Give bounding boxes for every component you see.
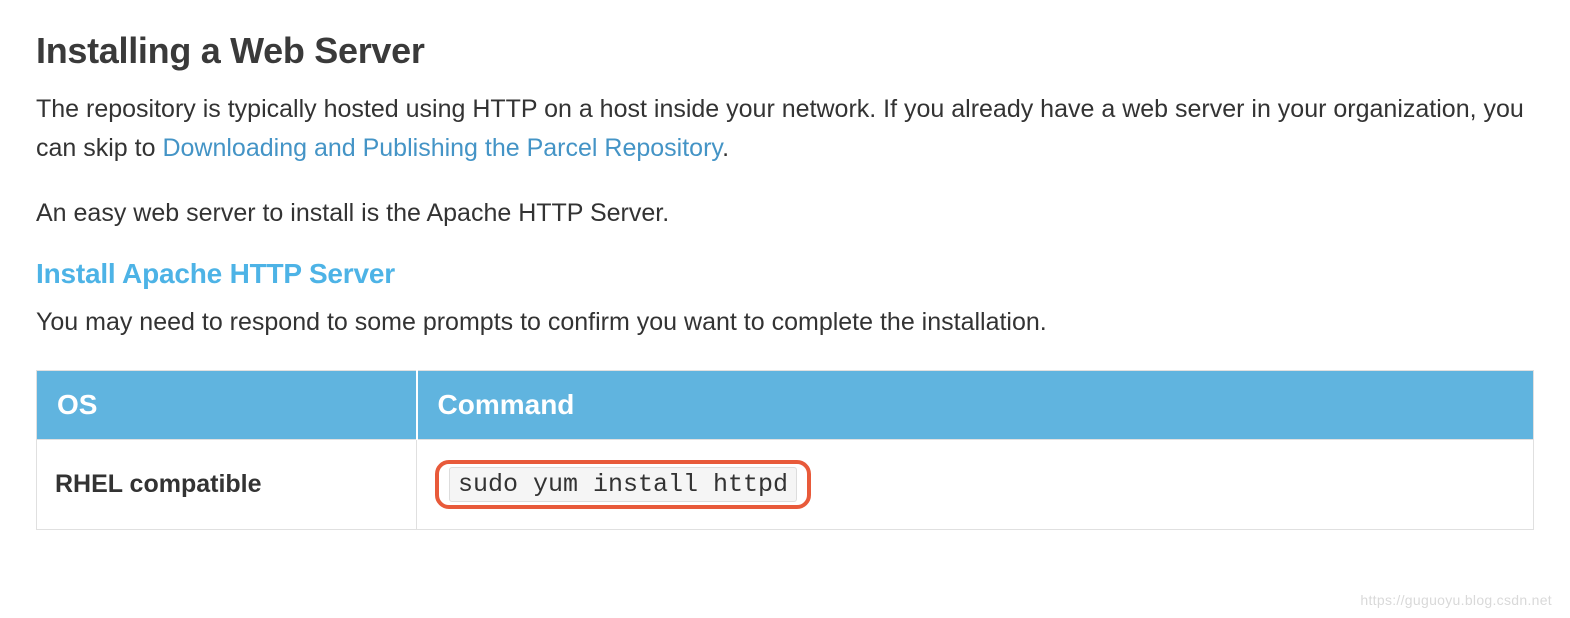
parcel-repo-link[interactable]: Downloading and Publishing the Parcel Re…	[162, 134, 722, 162]
watermark-text: https://guguoyu.blog.csdn.net	[1360, 592, 1552, 608]
page-heading: Installing a Web Server	[36, 30, 1534, 72]
intro-text-1b: .	[722, 134, 729, 162]
install-note-paragraph: You may need to respond to some prompts …	[36, 304, 1534, 342]
intro-paragraph-1: The repository is typically hosted using…	[36, 90, 1534, 168]
intro-paragraph-2: An easy web server to install is the Apa…	[36, 194, 1534, 233]
install-command-table: OS Command RHEL compatible sudo yum inst…	[36, 370, 1534, 530]
os-cell: RHEL compatible	[37, 439, 417, 529]
table-header-row: OS Command	[37, 370, 1534, 439]
table-row: RHEL compatible sudo yum install httpd	[37, 439, 1534, 529]
install-apache-subheading: Install Apache HTTP Server	[36, 258, 1534, 290]
install-command-code: sudo yum install httpd	[449, 467, 797, 502]
command-highlight-box: sudo yum install httpd	[435, 460, 811, 509]
table-header-command: Command	[417, 370, 1534, 439]
command-cell: sudo yum install httpd	[417, 439, 1534, 529]
table-header-os: OS	[37, 370, 417, 439]
